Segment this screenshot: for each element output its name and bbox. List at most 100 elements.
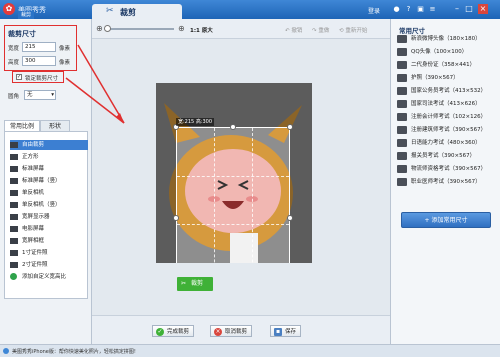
ratio-item[interactable]: 标准屏幕（竖）: [10, 176, 88, 186]
weibo-icon: [397, 35, 407, 43]
minimize-button[interactable]: –: [452, 4, 462, 14]
ratio-item[interactable]: 单反相机（竖）: [10, 200, 88, 210]
lock-checkbox[interactable]: ✓: [16, 74, 22, 80]
ratio-item[interactable]: 2寸证件照: [10, 260, 88, 270]
cancel-icon: ×: [214, 328, 222, 336]
qq-icon: [397, 48, 407, 56]
left-panel: 裁剪尺寸 宽度 215 像素 高度 300 像素 ✓ 锁定裁剪尺寸 圆角 无 ▾…: [0, 19, 92, 344]
ratio-icon: [10, 202, 18, 208]
ratio-icon: [10, 214, 18, 220]
finish-crop-button[interactable]: ✓ 完成裁剪: [152, 325, 195, 337]
crop-button[interactable]: ✂ 裁剪: [177, 277, 213, 291]
mask-left: [156, 83, 176, 263]
zoom-icon: ⊕: [96, 24, 103, 33]
redo-button[interactable]: ↷ 重做: [312, 26, 329, 34]
round-select[interactable]: 无 ▾: [24, 90, 56, 100]
exam-icon: [397, 100, 407, 108]
status-bar: 美图秀秀iPhone版：帮你快速美化照片，轻松搞定拼图!: [0, 344, 500, 357]
cancel-crop-button[interactable]: × 取消裁剪: [210, 325, 253, 337]
login-link[interactable]: 登录: [368, 6, 380, 15]
back-crumb[interactable]: 裁剪: [18, 11, 35, 19]
size-item[interactable]: 物流师资格考试（390×567）: [397, 163, 497, 175]
scissors-icon: ✂: [181, 280, 187, 287]
user-icon[interactable]: ●: [392, 5, 401, 14]
height-field[interactable]: 300: [22, 56, 56, 66]
width-field[interactable]: 215: [22, 42, 56, 52]
exam-icon: [397, 165, 407, 173]
zoom-in-icon[interactable]: ⊕: [178, 24, 185, 33]
size-item[interactable]: 国家司法考试（413×626）: [397, 98, 497, 110]
size-tag: 宽:215 高:300: [176, 118, 215, 126]
crop-handle[interactable]: [287, 215, 293, 221]
mask-right: [290, 83, 312, 263]
zoom-toolbar: ⊕ ⊕ 1:1 原大 ↶ 撤销 ↷ 重做 ⟲ 重新开始: [92, 19, 390, 39]
add-common-size-button[interactable]: + 添加常用尺寸: [401, 212, 491, 228]
passport-icon: [397, 74, 407, 82]
skin-icon[interactable]: ▣: [416, 5, 425, 14]
undo-button[interactable]: ↶ 撤销: [285, 26, 302, 34]
ratio-icon: [10, 190, 18, 196]
zoom-slider[interactable]: [104, 25, 174, 32]
exam-icon: [397, 139, 407, 147]
scissors-icon: ✂: [106, 6, 114, 16]
zoom-slider-thumb[interactable]: [104, 25, 111, 32]
ratio-item[interactable]: 正方形: [10, 152, 88, 162]
size-item[interactable]: 新浪微博头像（180×180）: [397, 33, 497, 45]
crop-frame[interactable]: [176, 127, 290, 263]
width-unit: 像素: [59, 46, 71, 52]
tab-crop-label: 裁剪: [120, 8, 136, 17]
ratio-item[interactable]: 电影屏幕: [10, 224, 88, 234]
grid-line: [177, 224, 289, 225]
crop-handle[interactable]: [230, 124, 236, 130]
round-label: 圆角: [8, 94, 20, 100]
exam-icon: [397, 152, 407, 160]
ratio-item[interactable]: 宽屏相框: [10, 236, 88, 246]
chevron-down-icon: ▾: [51, 92, 54, 98]
app-logo-icon: ✿: [3, 3, 15, 15]
ratio-icon: [10, 238, 18, 244]
check-icon: ✓: [156, 328, 164, 336]
actual-size-button[interactable]: 1:1 原大: [190, 26, 213, 34]
round-value: 无: [27, 92, 33, 98]
tab-crop[interactable]: ✂ 裁剪: [92, 4, 182, 19]
reset-button[interactable]: ⟲ 重新开始: [339, 26, 367, 34]
grid-line: [214, 128, 215, 263]
size-item[interactable]: 职业医师考试（390×567）: [397, 176, 497, 188]
save-button[interactable]: ▪ 保存: [270, 325, 302, 337]
size-item[interactable]: 报关员考试（390×567）: [397, 150, 497, 162]
ratio-item[interactable]: 标准屏幕: [10, 164, 88, 174]
close-button[interactable]: ×: [478, 4, 488, 14]
ratio-item[interactable]: 宽屏显示器: [10, 212, 88, 222]
exam-icon: [397, 113, 407, 121]
action-bar: ✓ 完成裁剪 × 取消裁剪 ▪ 保存: [92, 315, 390, 344]
height-label: 高度: [8, 60, 20, 66]
crop-handle[interactable]: [287, 124, 293, 130]
size-item[interactable]: 注册会计师考试（102×126）: [397, 111, 497, 123]
grid-line: [177, 176, 289, 177]
size-item[interactable]: 注册建筑师考试（390×567）: [397, 124, 497, 136]
width-label: 宽度: [8, 46, 20, 52]
help-icon[interactable]: ?: [404, 5, 413, 14]
info-icon: [3, 348, 9, 354]
ratio-icon: [10, 178, 18, 184]
size-item[interactable]: 二代身份证（358×441）: [397, 59, 497, 71]
ratio-item[interactable]: 单反相机: [10, 188, 88, 198]
photo-preview: [156, 83, 312, 263]
crop-handle[interactable]: [173, 215, 179, 221]
size-item[interactable]: 日语能力考试（480×360）: [397, 137, 497, 149]
size-item[interactable]: 国家公务员考试（413×532）: [397, 85, 497, 97]
menu-icon[interactable]: ≡: [428, 5, 437, 14]
exam-icon: [397, 87, 407, 95]
ratio-icon: [10, 142, 18, 148]
id-card-icon: [397, 61, 407, 69]
ratio-icon: [10, 250, 18, 256]
title-bar: ✿ 美图秀秀 裁剪 ✂ 裁剪 登录 ● ? ▣ ≡ – □ ×: [0, 0, 500, 19]
save-icon: ▪: [274, 328, 282, 336]
size-item[interactable]: QQ头像（100×100）: [397, 46, 497, 58]
maximize-button[interactable]: □: [464, 4, 474, 14]
add-custom-ratio[interactable]: 添加自定义宽高比: [10, 272, 88, 282]
ratio-item[interactable]: 1寸证件照: [10, 248, 88, 258]
size-item[interactable]: 护照（390×567）: [397, 72, 497, 84]
ratio-item[interactable]: 自由裁剪: [10, 140, 88, 150]
grid-line: [252, 128, 253, 263]
